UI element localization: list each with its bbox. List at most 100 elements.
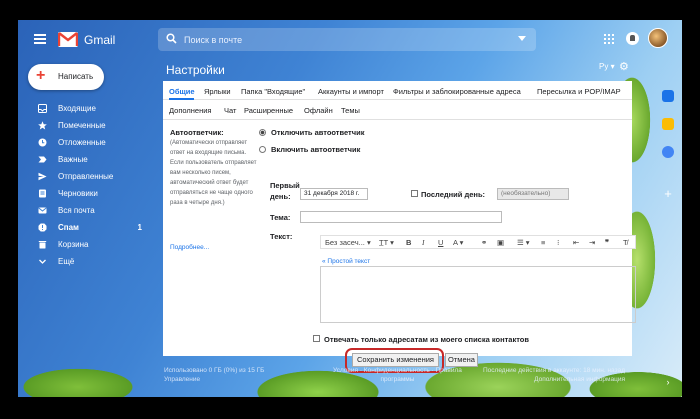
autoreply-off-option[interactable]: Отключить автоответчик xyxy=(259,128,364,137)
radio-button-selected[interactable] xyxy=(259,129,266,136)
calendar-icon[interactable] xyxy=(662,90,674,102)
expand-panel-icon[interactable]: › xyxy=(662,376,674,388)
autoreply-off-label: Отключить автоответчик xyxy=(271,128,365,137)
message-label: Текст: xyxy=(270,232,293,241)
sidebar-item-drafts[interactable]: Черновики xyxy=(18,185,152,202)
tab-filters[interactable]: Фильтры и заблокированные адреса xyxy=(393,87,521,96)
sidebar-item-all-mail[interactable]: Вся почта xyxy=(18,202,152,219)
subject-label: Тема: xyxy=(270,213,291,222)
sidebar-item-label: Важные xyxy=(58,155,88,164)
search-icon[interactable] xyxy=(166,33,177,44)
tab-general[interactable]: Общие xyxy=(169,87,195,96)
save-changes-button[interactable]: Сохранить изменения xyxy=(352,353,439,367)
star-icon xyxy=(38,121,47,130)
sidebar-item-important[interactable]: Важные xyxy=(18,151,152,168)
sidebar-item-more[interactable]: Ещё xyxy=(18,253,152,270)
autoreply-on-label: Включить автоответчик xyxy=(271,145,361,154)
last-day-field[interactable]: (необязательно) xyxy=(497,188,569,200)
contacts-only-checkbox[interactable] xyxy=(313,335,320,342)
send-icon xyxy=(38,172,47,181)
keep-icon[interactable] xyxy=(662,118,674,130)
text-color-icon[interactable]: A ▾ xyxy=(453,238,463,247)
tasks-icon[interactable] xyxy=(662,146,674,158)
add-addon-icon[interactable]: + xyxy=(662,187,674,200)
sidebar-item-label: Помеченные xyxy=(58,121,106,130)
underline-icon[interactable]: U xyxy=(438,238,443,247)
side-panel: + › xyxy=(656,60,682,397)
settings-panel: Общие Ярлыки Папка "Входящие" Аккаунты и… xyxy=(163,81,636,373)
sidebar-item-label: Спам xyxy=(58,223,79,232)
tab-addons[interactable]: Дополнения xyxy=(169,106,211,115)
details-link[interactable]: Дополнительная информация xyxy=(483,375,625,384)
avatar[interactable] xyxy=(648,28,668,48)
image-icon[interactable]: ▣ xyxy=(497,238,504,247)
notifications-icon[interactable] xyxy=(626,32,639,45)
first-day-field[interactable]: 31 декабря 2018 г. xyxy=(300,188,368,200)
clear-formatting-icon[interactable]: T̸ xyxy=(623,238,628,247)
plus-icon: + xyxy=(36,67,46,84)
sidebar-item-inbox[interactable]: Входящие xyxy=(18,100,152,117)
cancel-button[interactable]: Отмена xyxy=(445,353,478,367)
settings-tabs-row-1: Общие Ярлыки Папка "Входящие" Аккаунты и… xyxy=(163,81,632,100)
align-icon[interactable]: ☰ ▾ xyxy=(517,238,530,247)
first-day-label-line1: Первый xyxy=(270,181,300,190)
tab-labels[interactable]: Ярлыки xyxy=(204,87,231,96)
draft-icon xyxy=(39,189,46,198)
sidebar-item-spam[interactable]: Спам 1 xyxy=(18,219,152,236)
sidebar-item-starred[interactable]: Помеченные xyxy=(18,117,152,134)
indent-less-icon[interactable]: ⇤ xyxy=(573,238,579,247)
message-body-editor[interactable] xyxy=(320,266,636,323)
terms-links[interactable]: Условия · Конфиденциальность · Правила xyxy=(333,366,462,375)
quote-icon[interactable]: ❞ xyxy=(605,238,609,247)
sidebar-item-label: Ещё xyxy=(58,257,75,266)
terms-footer: Условия · Конфиденциальность · Правила п… xyxy=(333,366,462,384)
sidebar-item-label: Корзина xyxy=(58,240,89,249)
trash-icon xyxy=(38,241,47,249)
last-day-checkbox[interactable] xyxy=(411,190,418,197)
tab-chat[interactable]: Чат xyxy=(224,106,236,115)
tab-offline[interactable]: Офлайн xyxy=(304,106,333,115)
tab-inbox[interactable]: Папка "Входящие" xyxy=(241,87,305,96)
apps-grid-icon[interactable] xyxy=(604,34,614,44)
numbered-list-icon[interactable]: ≡ xyxy=(541,238,545,247)
tab-forwarding[interactable]: Пересылка и POP/IMAP xyxy=(537,87,621,96)
sidebar-item-label: Вся почта xyxy=(58,206,95,215)
menu-icon[interactable] xyxy=(34,34,46,44)
indent-more-icon[interactable]: ⇥ xyxy=(589,238,595,247)
sidebar-item-sent[interactable]: Отправленные xyxy=(18,168,152,185)
bold-icon[interactable]: B xyxy=(406,238,411,247)
manage-storage-link[interactable]: Управление xyxy=(164,375,264,384)
bulleted-list-icon[interactable]: ⁝ xyxy=(557,238,559,247)
tab-accounts[interactable]: Аккаунты и импорт xyxy=(318,87,384,96)
chevron-down-icon xyxy=(39,259,46,264)
search-options-icon[interactable] xyxy=(518,36,526,41)
link-icon[interactable]: ⚭ xyxy=(481,238,487,247)
learn-more-link[interactable]: Подробнее... xyxy=(170,244,209,251)
tab-advanced[interactable]: Расширенные xyxy=(244,106,293,115)
storage-usage: Использовано 0 ГБ (0%) из 15 ГБ xyxy=(164,367,265,374)
autoreply-description: (Автоматически отправляет ответ на входя… xyxy=(170,140,257,206)
radio-button[interactable] xyxy=(259,146,266,153)
contacts-only-label: Отвечать только адресатам из моего списк… xyxy=(324,335,529,344)
search-input[interactable] xyxy=(184,32,484,47)
plain-text-link[interactable]: « Простой текст xyxy=(322,258,370,265)
autoreply-on-option[interactable]: Включить автоответчик xyxy=(259,145,360,154)
italic-icon[interactable]: I xyxy=(422,238,425,247)
search-bar[interactable] xyxy=(158,28,536,51)
gmail-logo-icon[interactable] xyxy=(58,32,78,47)
program-policies-link[interactable]: программы xyxy=(333,375,462,384)
subject-input[interactable] xyxy=(300,211,502,223)
sidebar-item-trash[interactable]: Корзина xyxy=(18,236,152,253)
autoreply-label: Автоответчик: xyxy=(170,128,224,137)
clock-icon xyxy=(38,138,47,147)
gear-icon[interactable]: ⚙ xyxy=(619,60,629,73)
tab-themes[interactable]: Темы xyxy=(341,106,360,115)
language-selector[interactable]: Ру ▾ xyxy=(599,62,615,71)
last-day-label: Последний день: xyxy=(421,190,486,199)
compose-button[interactable]: + Написать xyxy=(28,64,104,90)
font-select[interactable]: Без засеч... ▾ xyxy=(325,238,371,247)
important-icon xyxy=(38,156,47,163)
unread-count: 1 xyxy=(137,223,142,232)
sidebar-item-snoozed[interactable]: Отложенные xyxy=(18,134,152,151)
font-size-icon[interactable]: T̲T ▾ xyxy=(379,238,394,247)
